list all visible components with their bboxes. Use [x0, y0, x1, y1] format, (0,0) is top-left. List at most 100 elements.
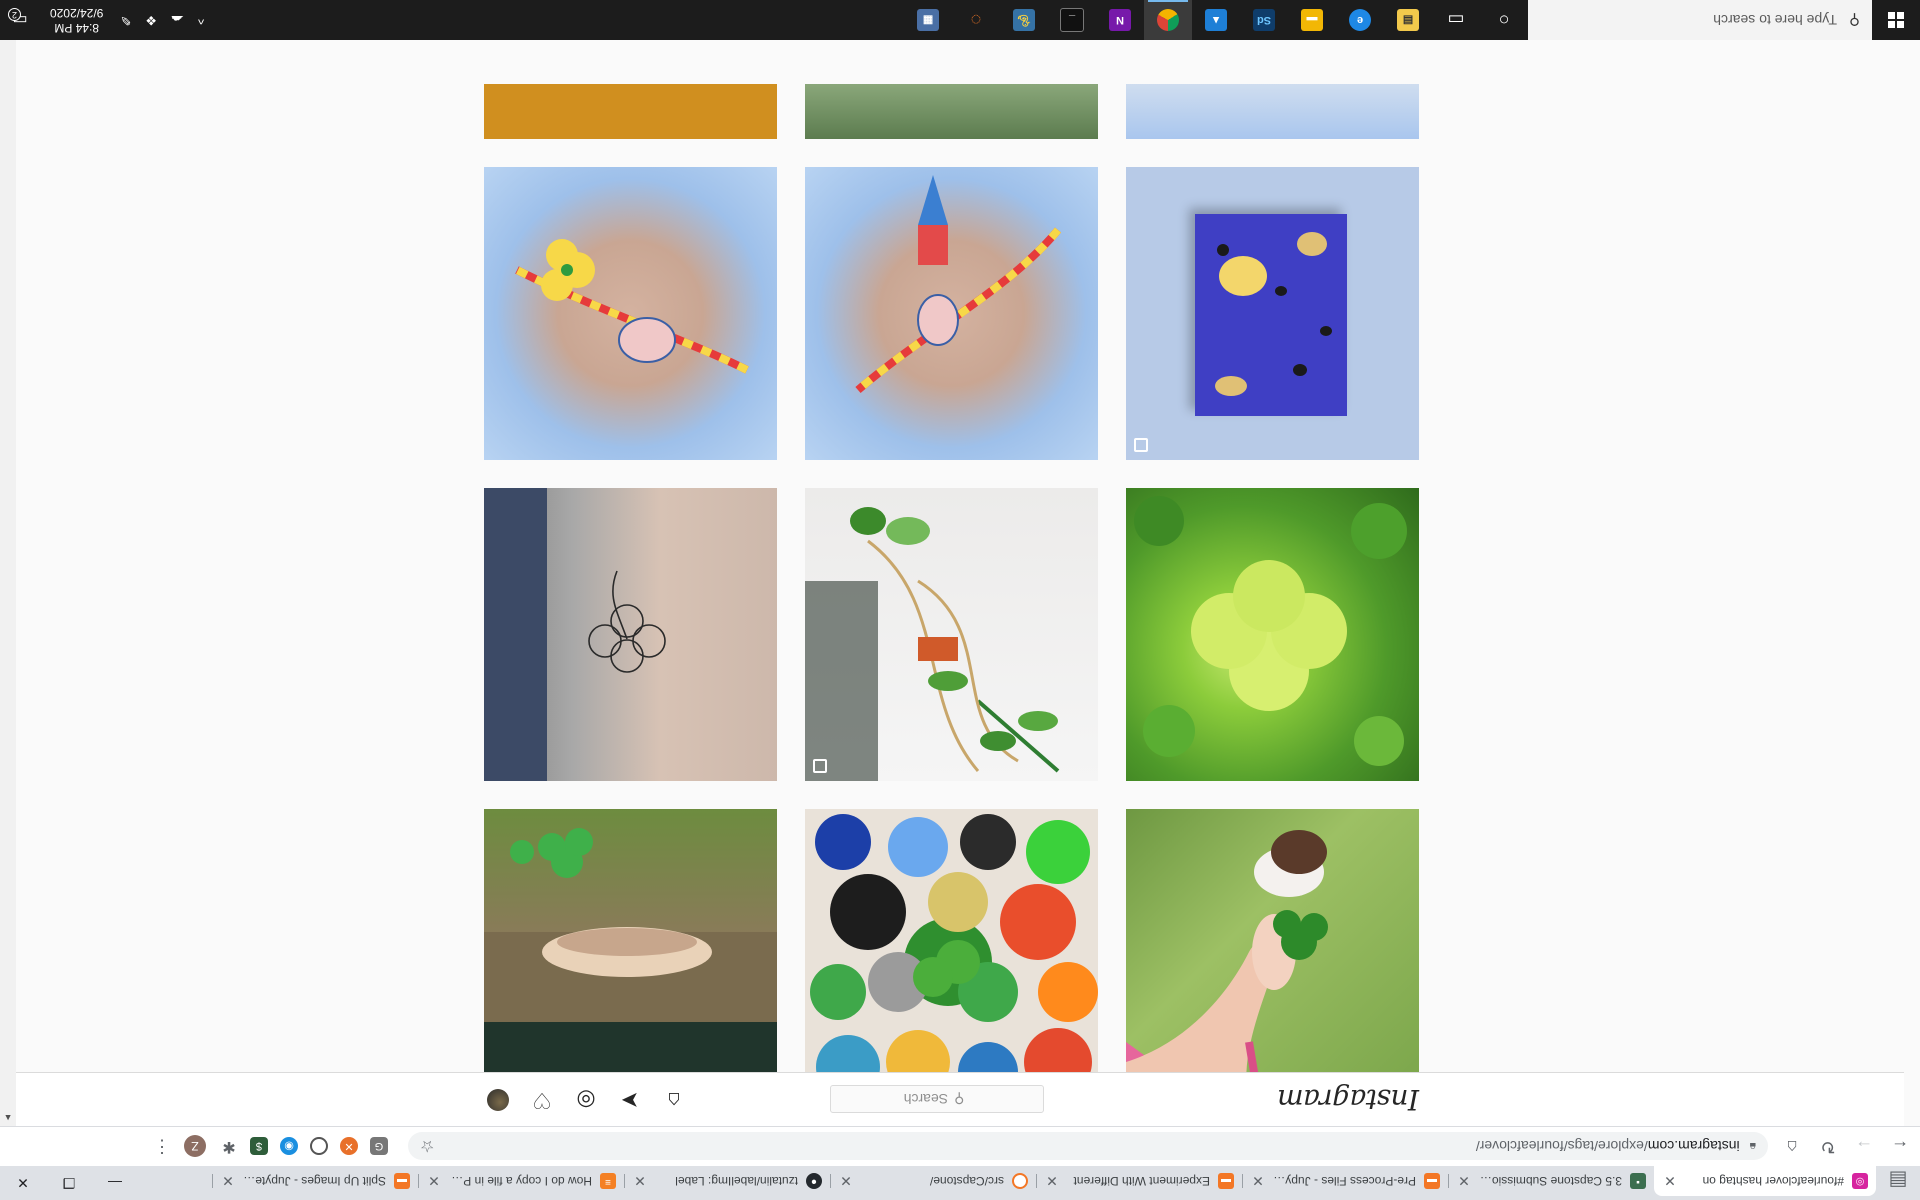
post-thumbnail-partial-3[interactable]	[484, 84, 777, 139]
instagram-header: Instagram ⚲ Search ⌂ ➤ ◎ ♡	[16, 1072, 1904, 1126]
restore-icon[interactable]: ❐	[46, 1166, 92, 1200]
taskbar-app-file-explorer[interactable]: ▤	[1384, 0, 1432, 40]
terminal-icon: _	[1060, 8, 1084, 32]
extension-g-icon[interactable]: G	[370, 1137, 388, 1156]
close-tab-icon[interactable]: ✕	[632, 1173, 648, 1190]
taskbar-search-input[interactable]: ⚲ Type here to search	[1528, 0, 1872, 40]
cortana-icon[interactable]: ○	[1480, 0, 1528, 40]
photoshop-icon: Sd	[1253, 9, 1275, 31]
instagram-icon: ◎	[1852, 1173, 1868, 1189]
post-thumbnail-houseplant[interactable]	[805, 488, 1098, 781]
scroll-up-icon[interactable]: ▲	[0, 1110, 16, 1126]
tab-title: tzutalin/labelImg: Label	[675, 1174, 798, 1188]
post-thumbnail-bracelet-tattoo-left[interactable]	[484, 167, 777, 460]
instagram-logo[interactable]: Instagram	[1278, 1083, 1419, 1116]
search-placeholder: Search	[903, 1091, 949, 1107]
back-button[interactable]: ←	[1884, 1131, 1916, 1163]
tab-capstone-submission[interactable]: ▪ 3.5 Capstone Submission - ✕	[1448, 1166, 1654, 1196]
minimize-icon[interactable]: —	[92, 1166, 138, 1200]
taskbar-app-terminal[interactable]: _	[1048, 0, 1096, 40]
close-tab-icon[interactable]: ✕	[1044, 1173, 1060, 1190]
post-thumbnail-bracelet-tattoo-right[interactable]	[805, 167, 1098, 460]
tab-labelimg[interactable]: ● tzutalin/labelImg: Label ✕	[624, 1166, 830, 1196]
tab-stackoverflow[interactable]: ≡ How do I copy a file in Pyth ✕	[418, 1166, 624, 1196]
dropbox-icon[interactable]: ❖	[145, 12, 157, 28]
close-tab-icon[interactable]: ✕	[838, 1173, 854, 1190]
file-explorer-icon: ▤	[1397, 9, 1419, 31]
direct-message-icon[interactable]: ➤	[618, 1088, 642, 1113]
close-window-icon[interactable]: ✕	[0, 1166, 46, 1200]
tab-title: 3.5 Capstone Submission -	[1478, 1174, 1622, 1188]
taskbar-app-chrome[interactable]	[1144, 0, 1192, 40]
home-icon[interactable]: ⌂	[1776, 1131, 1808, 1163]
notebook-icon: ▪	[1630, 1173, 1646, 1189]
taskbar-app-jupyter[interactable]: ◌	[952, 0, 1000, 40]
activity-heart-icon[interactable]: ♡	[530, 1088, 554, 1113]
post-thumbnail-partial-2[interactable]	[805, 84, 1098, 139]
jupyter-icon: ▬	[394, 1173, 410, 1189]
github-icon: ●	[806, 1173, 822, 1189]
taskbar-app-folder[interactable]: ▬	[1288, 0, 1336, 40]
taskbar-app-photos[interactable]: ▲	[1192, 0, 1240, 40]
windows-logo-icon	[1888, 12, 1904, 28]
tab-search-button[interactable]: ▤	[1876, 1166, 1920, 1196]
post-thumbnail-mushroom[interactable]	[484, 809, 777, 1072]
multiple-posts-icon	[1134, 438, 1148, 452]
bracelet-tattoo-image	[855, 175, 1062, 394]
post-thumbnail-notebook[interactable]	[1126, 167, 1419, 460]
extension-dollar-icon[interactable]: $	[250, 1137, 268, 1156]
tab-instagram[interactable]: ◎ #fourleafclover hashtag on ✕	[1654, 1166, 1876, 1196]
taskbar-app-python[interactable]: 🐍︎	[1000, 0, 1048, 40]
pen-icon[interactable]: ✎	[120, 12, 131, 28]
explore-content	[16, 0, 1904, 1072]
extension-c-icon[interactable]	[310, 1137, 328, 1156]
cloud-icon[interactable]: ☁	[171, 12, 184, 28]
start-button[interactable]	[1872, 0, 1920, 40]
post-thumbnail-clover-tattoo[interactable]	[484, 488, 777, 781]
taskbar-app-calculator[interactable]: ▦	[904, 0, 952, 40]
reload-button[interactable]: ↻	[1812, 1131, 1844, 1163]
lock-icon[interactable]: 🔒︎	[1750, 1139, 1756, 1154]
instagram-search-input[interactable]: ⚲ Search	[830, 1085, 1044, 1113]
home-icon[interactable]: ⌂	[662, 1088, 686, 1113]
explore-compass-icon[interactable]: ◎	[574, 1088, 598, 1113]
extension-x-icon[interactable]: ✕	[340, 1137, 358, 1156]
action-center-icon[interactable]: ▭ 2	[0, 0, 40, 40]
page-scrollbar[interactable]: ▲ ▼	[0, 0, 16, 1126]
post-thumbnail-marbles[interactable]	[805, 809, 1098, 1072]
jupyter-icon: ▬	[1218, 1173, 1234, 1189]
profile-avatar[interactable]	[486, 1088, 510, 1112]
close-tab-icon[interactable]: ✕	[220, 1173, 236, 1190]
close-tab-icon[interactable]: ✕	[1250, 1173, 1266, 1190]
extension-blue-icon[interactable]: ◉	[280, 1137, 298, 1156]
chevron-up-icon[interactable]: ^	[198, 13, 204, 28]
address-bar[interactable]: 🔒︎ instagram.com/explore/tags/fourleafcl…	[408, 1132, 1768, 1161]
close-tab-icon[interactable]: ✕	[426, 1173, 442, 1190]
clock[interactable]: 8:44 PM 9/24/2020	[50, 5, 103, 35]
screen: ▤ ◎ #fourleafclover hashtag on ✕ ▪ 3.5 C…	[0, 0, 1920, 1200]
tab-split-images[interactable]: ▬ Split Up Images - Jupyter N ✕	[212, 1166, 418, 1196]
taskbar-app-sd[interactable]: Sd	[1240, 0, 1288, 40]
forward-button[interactable]: →	[1848, 1131, 1880, 1163]
post-thumbnail-partial-1[interactable]	[1126, 84, 1419, 139]
task-view-icon[interactable]: ▭	[1432, 0, 1480, 40]
notebook-image	[1195, 214, 1347, 416]
menu-kebab-icon[interactable]: ⋮	[150, 1136, 174, 1157]
profile-avatar[interactable]: Z	[184, 1135, 206, 1158]
search-icon: ⚲	[954, 1091, 965, 1108]
taskbar-app-edge[interactable]: e	[1336, 0, 1384, 40]
tab-preprocess-files[interactable]: ▬ Pre-Process Files - Jupyter ✕	[1242, 1166, 1448, 1196]
post-grid	[483, 84, 1419, 1072]
bookmark-star-icon[interactable]: ☆	[420, 1137, 434, 1157]
post-thumbnail-clover-field[interactable]	[1126, 488, 1419, 781]
jupyter-icon: ◌	[970, 10, 982, 30]
multiple-posts-icon	[813, 759, 827, 773]
close-tab-icon[interactable]: ✕	[1662, 1173, 1678, 1190]
tab-experiment[interactable]: ▬ Experiment With Different ✕	[1036, 1166, 1242, 1196]
extensions-puzzle-icon[interactable]: ✱	[220, 1138, 238, 1156]
tab-src-capstone[interactable]: src/Capstone/ ✕	[830, 1166, 1036, 1196]
jupyter-icon: ▬	[1424, 1173, 1440, 1189]
taskbar-app-onenote[interactable]: N	[1096, 0, 1144, 40]
close-tab-icon[interactable]: ✕	[1456, 1173, 1472, 1190]
post-thumbnail-clover-hand[interactable]	[1126, 809, 1419, 1072]
